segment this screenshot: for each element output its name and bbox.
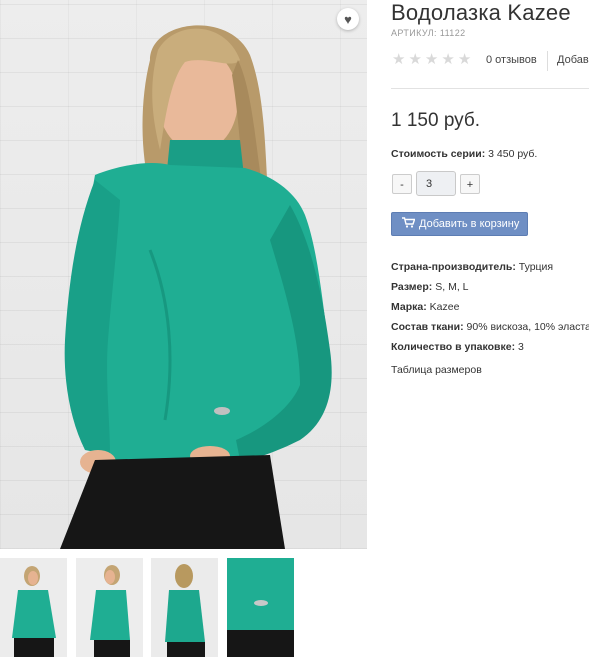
property-label: Страна-производитель: (391, 261, 516, 273)
property-value: 90% вискоза, 10% эластан (466, 321, 589, 333)
quantity-increase-button[interactable]: + (460, 174, 480, 194)
model-photo (60, 25, 332, 549)
size-table-link[interactable]: Таблица размеров (391, 364, 482, 376)
section-divider (391, 88, 589, 89)
product-sku: АРТИКУЛ: 11122 (391, 28, 466, 38)
product-price: 1 150 руб. (391, 110, 481, 131)
thumbnail-3[interactable] (151, 558, 218, 657)
property-fabric: Состав ткани: 90% вискоза, 10% эластан (391, 317, 589, 337)
thumbnail-gallery (0, 558, 296, 657)
property-label: Количество в упаковке: (391, 341, 516, 353)
property-brand: Марка: Kazee (391, 297, 589, 317)
property-country: Страна-производитель: Турция (391, 257, 589, 277)
property-value: S, M, L (435, 281, 469, 293)
reviews-divider (547, 51, 548, 71)
star-icon[interactable]: ★ (392, 52, 405, 68)
thumbnail-photo (151, 558, 218, 657)
star-icon[interactable]: ★ (441, 52, 454, 68)
property-size: Размер: S, M, L (391, 277, 589, 297)
cart-icon (402, 217, 416, 231)
thumbnail-photo (76, 558, 143, 657)
product-title: Водолазка Kazee (391, 0, 571, 25)
thumbnail-2[interactable] (76, 558, 143, 657)
thumbnail-4[interactable] (227, 558, 294, 657)
reviews-count-link[interactable]: 0 отзывов (486, 54, 537, 66)
quantity-decrease-button[interactable]: - (392, 174, 412, 194)
thumbnail-photo (227, 558, 294, 657)
star-icon[interactable]: ★ (458, 52, 471, 68)
rating-stars[interactable]: ★ ★ ★ ★ ★ (392, 52, 471, 68)
property-label: Состав ткани: (391, 321, 464, 333)
property-value: Турция (518, 261, 554, 273)
product-main-image[interactable]: ♥ (0, 0, 367, 549)
property-value: 3 (518, 341, 524, 353)
series-price: Стоимость серии: 3 450 руб. (391, 148, 537, 160)
heart-icon: ♥ (344, 11, 352, 27)
thumbnail-1[interactable] (0, 558, 67, 657)
property-value: Kazee (429, 301, 460, 313)
star-icon[interactable]: ★ (425, 52, 438, 68)
thumbnail-photo (0, 558, 67, 657)
property-pack-quantity: Количество в упаковке: 3 (391, 337, 589, 357)
quantity-input[interactable] (416, 171, 456, 196)
series-price-value: 3 450 руб. (488, 148, 538, 160)
property-label: Размер: (391, 281, 433, 293)
property-label: Марка: (391, 301, 427, 313)
add-to-cart-button[interactable]: Добавить в корзину (391, 212, 528, 236)
add-review-link[interactable]: Добав (557, 54, 589, 66)
favorite-button[interactable]: ♥ (337, 8, 359, 30)
product-properties: Страна-производитель: Турция Размер: S, … (391, 257, 589, 357)
star-icon[interactable]: ★ (408, 52, 421, 68)
series-price-label: Стоимость серии: (391, 148, 486, 160)
add-to-cart-label: Добавить в корзину (419, 218, 520, 230)
